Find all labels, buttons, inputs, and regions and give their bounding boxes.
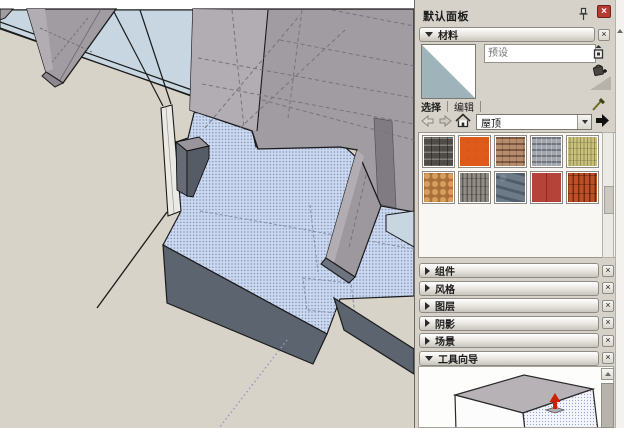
- material-swatch[interactable]: [494, 171, 527, 204]
- sample-paint-icon[interactable]: [590, 95, 608, 113]
- collection-dropdown[interactable]: 屋顶: [476, 114, 592, 130]
- scroll-up-icon[interactable]: [601, 368, 614, 380]
- material-swatch[interactable]: [530, 171, 563, 204]
- section-scenes[interactable]: 场景 ×: [419, 333, 614, 348]
- section-close-icon[interactable]: ×: [602, 282, 614, 294]
- home-icon[interactable]: [455, 113, 471, 131]
- collection-nav: 屋顶: [421, 113, 610, 131]
- material-preview[interactable]: [421, 44, 476, 99]
- section-shadows[interactable]: 阴影 ×: [419, 315, 614, 331]
- material-swatch[interactable]: [458, 171, 491, 204]
- toolbar-strip: [0, 0, 414, 9]
- expand-arrow-icon: [425, 319, 430, 327]
- material-swatch[interactable]: [566, 135, 599, 168]
- secondary-pane-icon[interactable]: [591, 44, 611, 62]
- expand-arrow-icon: [425, 301, 430, 310]
- section-materials-header[interactable]: 材料 ×: [419, 27, 610, 42]
- material-swatch[interactable]: [530, 135, 563, 168]
- section-layers[interactable]: 图层 ×: [419, 298, 614, 313]
- instructor-content: [418, 366, 614, 428]
- section-styles[interactable]: 风格 ×: [419, 280, 614, 296]
- close-icon[interactable]: ×: [597, 5, 611, 18]
- modeling-viewport[interactable]: [0, 0, 414, 428]
- beam-band[interactable]: [373, 117, 397, 209]
- material-swatch[interactable]: [458, 135, 491, 168]
- tab-select[interactable]: 选择: [421, 99, 441, 114]
- section-close-icon[interactable]: ×: [602, 352, 614, 364]
- expand-arrow-icon: [425, 284, 430, 292]
- materials-tabs: 选择 编辑: [421, 99, 610, 114]
- dropdown-arrow-icon[interactable]: [577, 115, 591, 129]
- section-close-icon[interactable]: ×: [602, 299, 614, 312]
- section-instructor[interactable]: 工具向导 ×: [419, 350, 614, 366]
- material-swatch[interactable]: [422, 171, 455, 204]
- tray-title: 默认面板: [423, 11, 469, 23]
- material-swatch[interactable]: [494, 135, 527, 168]
- tray-scrollbar[interactable]: [615, 0, 624, 428]
- back-arrow-icon[interactable]: [421, 114, 435, 131]
- collection-value: 屋顶: [481, 118, 501, 130]
- pin-icon[interactable]: [577, 7, 590, 22]
- material-swatch[interactable]: [566, 171, 599, 204]
- swatch-scrollbar[interactable]: [602, 132, 614, 258]
- tray-sections: 组件 × 风格 × 图层 × 阴影 × 场景 × 工具向导 ×: [415, 263, 624, 368]
- expand-arrow-icon: [425, 336, 430, 345]
- section-close-icon[interactable]: ×: [602, 334, 614, 347]
- collapse-arrow-icon: [425, 32, 433, 37]
- material-swatch-list[interactable]: [418, 132, 616, 258]
- tab-edit[interactable]: 编辑: [454, 99, 474, 114]
- instructor-scrollbar-thumb[interactable]: [601, 383, 614, 428]
- swatch-scrollbar-thumb[interactable]: [604, 186, 614, 214]
- materials-body: [419, 44, 617, 99]
- forward-arrow-icon[interactable]: [438, 114, 452, 131]
- tray-scroll-up-icon[interactable]: [616, 26, 624, 36]
- tray-titlebar[interactable]: 默认面板 ×: [419, 4, 614, 24]
- section-close-icon[interactable]: ×: [602, 317, 614, 329]
- section-components[interactable]: 组件 ×: [419, 263, 614, 278]
- material-name-field[interactable]: [484, 44, 596, 63]
- section-close-icon[interactable]: ×: [602, 264, 614, 277]
- instructor-scrollbar[interactable]: [601, 368, 614, 428]
- scene-3d[interactable]: [0, 0, 414, 428]
- material-swatch[interactable]: [422, 135, 455, 168]
- instructor-illustration: [452, 374, 599, 427]
- section-close-icon[interactable]: ×: [598, 28, 610, 41]
- expand-arrow-icon: [425, 266, 430, 275]
- default-tray-panel: 默认面板 × 材料 × 选择 编辑: [414, 0, 624, 428]
- secondary-preview-triangle: [590, 76, 611, 90]
- collapse-arrow-icon: [425, 355, 433, 361]
- details-arrow-icon[interactable]: [595, 113, 610, 131]
